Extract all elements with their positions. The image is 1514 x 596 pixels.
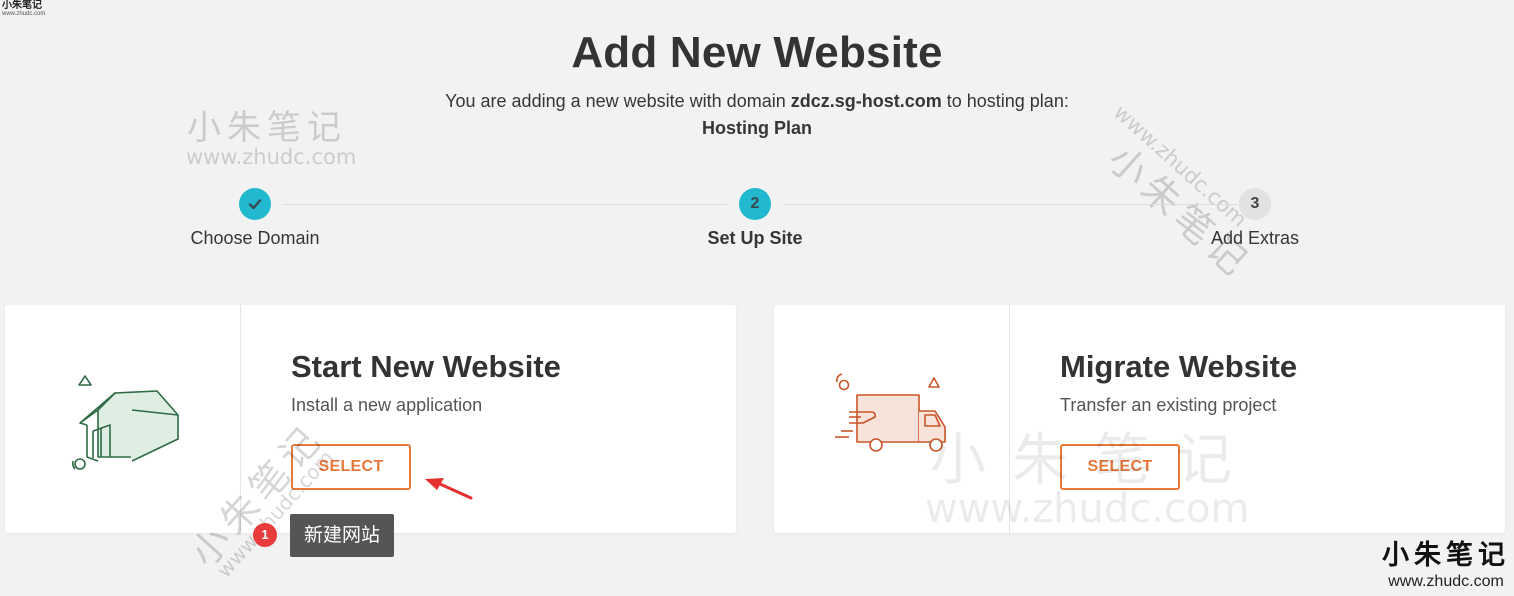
select-migrate-website-button[interactable]: SELECT	[1060, 444, 1180, 490]
card-title: Start New Website	[291, 349, 561, 384]
subtitle-middle: to hosting plan:	[941, 91, 1069, 111]
check-icon	[239, 188, 271, 220]
start-new-website-card[interactable]: Start New Website Install a new applicat…	[5, 305, 736, 533]
card-divider	[1009, 305, 1010, 533]
footer-watermark: 小朱笔记 www.zhudc.com	[1382, 540, 1510, 592]
subtitle-prefix: You are adding a new website with domain	[445, 91, 791, 111]
select-start-new-website-button[interactable]: SELECT	[291, 444, 411, 490]
page-subtitle: You are adding a new website with domain…	[0, 88, 1514, 142]
truck-icon	[829, 365, 959, 475]
domain-name: zdcz.sg-host.com	[790, 91, 942, 111]
step-number: 2	[739, 188, 771, 220]
card-description: Install a new application	[291, 395, 483, 415]
footer-watermark-url: www.zhudc.com	[1388, 573, 1504, 590]
step-add-extras[interactable]: 3 Add Extras	[1155, 188, 1355, 249]
card-divider	[240, 305, 241, 533]
corner-watermark: 小朱笔记 www.zhudc.com	[2, 1, 45, 19]
step-set-up-site[interactable]: 2 Set Up Site	[655, 188, 855, 249]
card-title: Migrate Website	[1060, 349, 1298, 384]
card-description: Transfer an existing project	[1060, 395, 1277, 415]
step-number: 3	[1239, 188, 1271, 220]
house-icon	[65, 365, 195, 475]
footer-watermark-cn: 小朱笔记	[1382, 540, 1510, 571]
annotation-tooltip: 新建网站	[290, 514, 394, 557]
step-label: Add Extras	[1210, 228, 1300, 248]
stepper: Choose Domain 2 Set Up Site 3 Add Extras	[0, 188, 1514, 258]
migrate-website-card[interactable]: Migrate Website Transfer an existing pro…	[774, 305, 1505, 533]
watermark-url-left: www.zhudc.com	[186, 145, 357, 169]
annotation-arrow-icon	[425, 478, 473, 500]
plan-name: Hosting Plan	[701, 118, 812, 138]
step-label: Choose Domain	[190, 228, 320, 248]
step-choose-domain[interactable]: Choose Domain	[155, 188, 355, 249]
page-title: Add New Website	[571, 28, 943, 77]
corner-watermark-cn: 小朱笔记	[2, 0, 42, 11]
step-label: Set Up Site	[707, 228, 803, 248]
step-badge: 1	[253, 523, 277, 547]
corner-watermark-url: www.zhudc.com	[2, 11, 46, 17]
